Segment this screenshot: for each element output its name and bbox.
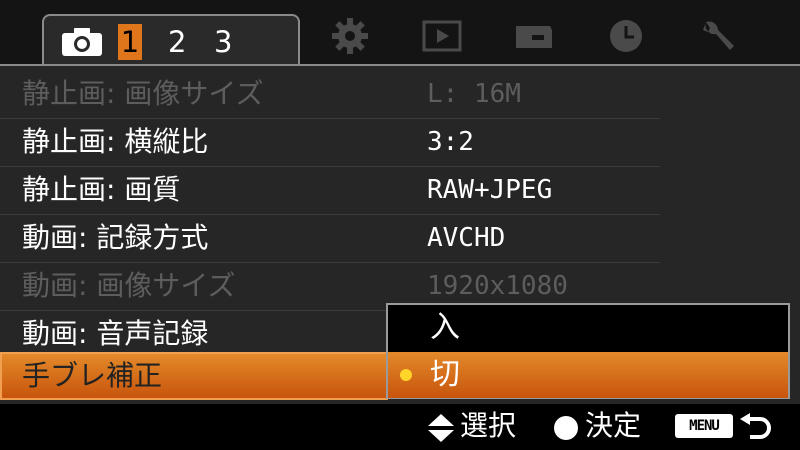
menu-row-label: 動画: 記録方式 xyxy=(22,221,209,254)
button-guide: 選択 決定 MENU xyxy=(0,404,800,450)
tab-page-1[interactable]: 1 xyxy=(118,24,142,60)
clock-icon[interactable] xyxy=(606,18,646,54)
wrench-icon[interactable] xyxy=(698,18,738,54)
menu-row-label: 静止画: 画像サイズ xyxy=(22,77,264,110)
menu-tab-bar: 1 2 3 xyxy=(0,0,800,66)
menu-row-steadyshot[interactable]: 手ブレ補正 xyxy=(0,352,388,400)
menu-row-label: 動画: 音声記録 xyxy=(22,317,209,350)
menu-row-label: 静止画: 画質 xyxy=(22,173,181,206)
up-down-arrow-icon xyxy=(428,414,454,442)
select-guide-label: 選択 xyxy=(460,409,517,442)
option-on[interactable]: 入 xyxy=(388,305,788,351)
camera-icon xyxy=(62,28,102,56)
tab-camera[interactable]: 1 2 3 xyxy=(42,14,300,66)
menu-row-value: 1920x1080 xyxy=(427,271,568,301)
menu-row-value: RAW+JPEG xyxy=(427,175,553,205)
selected-dot-icon xyxy=(400,369,412,381)
menu-row-movie-format[interactable]: 動画: 記録方式 AVCHD xyxy=(0,214,660,263)
tab-page-3[interactable]: 3 xyxy=(214,24,232,60)
gear-icon[interactable] xyxy=(330,18,370,54)
tab-page-2[interactable]: 2 xyxy=(168,24,186,60)
playback-icon[interactable] xyxy=(422,18,462,54)
menu-row-value: 3:2 xyxy=(427,127,474,157)
option-off[interactable]: 切 xyxy=(388,352,788,398)
menu-row-aspect-ratio[interactable]: 静止画: 横縦比 3:2 xyxy=(0,118,660,167)
memory-card-icon[interactable] xyxy=(514,18,554,54)
menu-row-value: L: 16M xyxy=(427,79,521,109)
menu-row-still-image-size: 静止画: 画像サイズ L: 16M xyxy=(0,70,660,119)
return-arrow-icon xyxy=(740,413,771,439)
confirm-guide-label: 決定 xyxy=(585,409,642,442)
menu-row-label: 動画: 画像サイズ xyxy=(22,269,236,302)
option-dropdown: 入 切 xyxy=(386,303,790,399)
menu-row-value: AVCHD xyxy=(427,223,506,253)
option-label: 入 xyxy=(430,310,460,345)
menu-row-label: 静止画: 横縦比 xyxy=(22,125,209,158)
menu-row-quality[interactable]: 静止画: 画質 RAW+JPEG xyxy=(0,166,660,215)
option-label: 切 xyxy=(430,357,460,392)
menu-key-icon: MENU xyxy=(675,414,733,438)
center-button-icon xyxy=(554,416,578,440)
menu-row-label: 手ブレ補正 xyxy=(22,359,163,392)
